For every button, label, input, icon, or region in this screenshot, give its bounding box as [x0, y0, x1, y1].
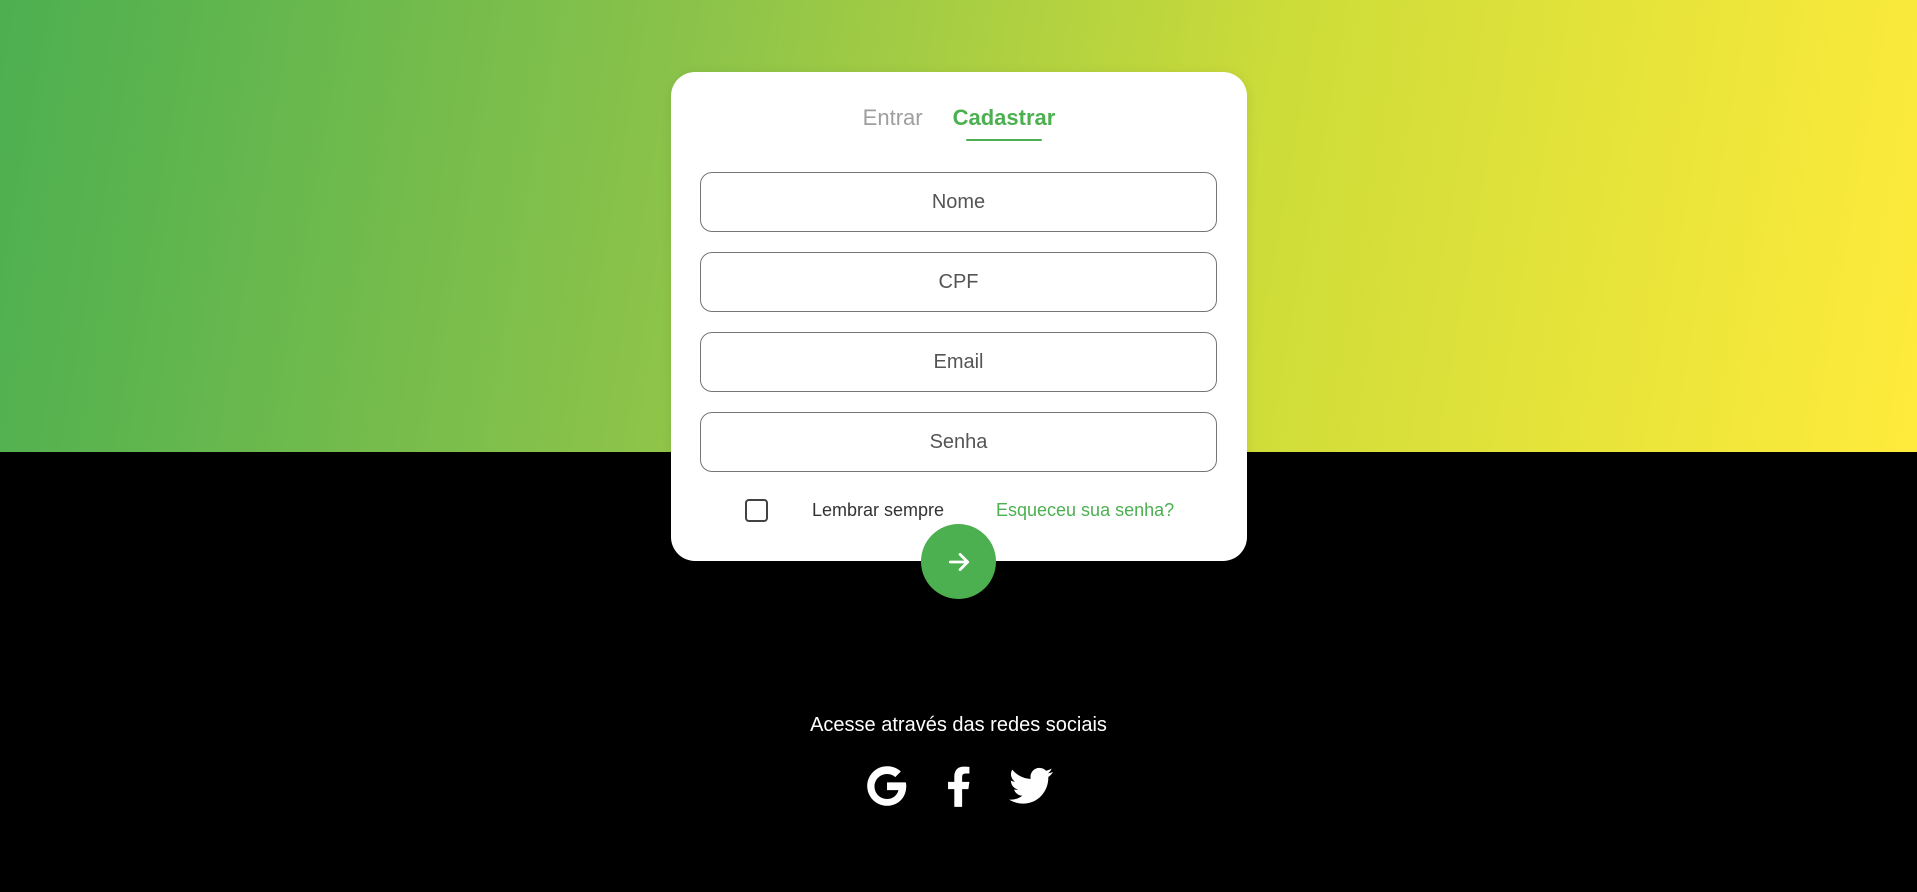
cpf-input[interactable]	[700, 252, 1217, 312]
tab-signup[interactable]: Cadastrar	[952, 105, 1056, 141]
twitter-icon[interactable]	[1006, 761, 1056, 811]
facebook-icon[interactable]	[934, 761, 984, 811]
email-input[interactable]	[700, 332, 1217, 392]
remember-checkbox[interactable]	[745, 499, 768, 522]
arrow-right-icon	[948, 552, 969, 571]
google-icon[interactable]	[862, 761, 912, 811]
social-login-title: Acesse através das redes sociais	[810, 714, 1107, 736]
active-tab-indicator	[965, 139, 1043, 141]
name-input[interactable]	[700, 172, 1217, 232]
tab-login-label: Entrar	[862, 105, 923, 130]
tab-login[interactable]: Entrar	[863, 105, 923, 141]
auth-card: Entrar Cadastrar Lembrar sempre Esqueceu…	[671, 72, 1247, 561]
remember-label: Lembrar sempre	[812, 500, 945, 520]
form-options-row: Lembrar sempre Esqueceu sua senha?	[671, 499, 1247, 525]
page: Entrar Cadastrar Lembrar sempre Esqueceu…	[0, 0, 1917, 892]
submit-button[interactable]	[921, 524, 996, 599]
social-login-row	[0, 761, 1917, 811]
forgot-password-link[interactable]: Esqueceu sua senha?	[996, 500, 1174, 521]
auth-tabs: Entrar Cadastrar	[671, 105, 1247, 141]
tab-signup-label: Cadastrar	[952, 105, 1056, 130]
password-input[interactable]	[700, 412, 1217, 472]
signup-form	[700, 172, 1217, 492]
